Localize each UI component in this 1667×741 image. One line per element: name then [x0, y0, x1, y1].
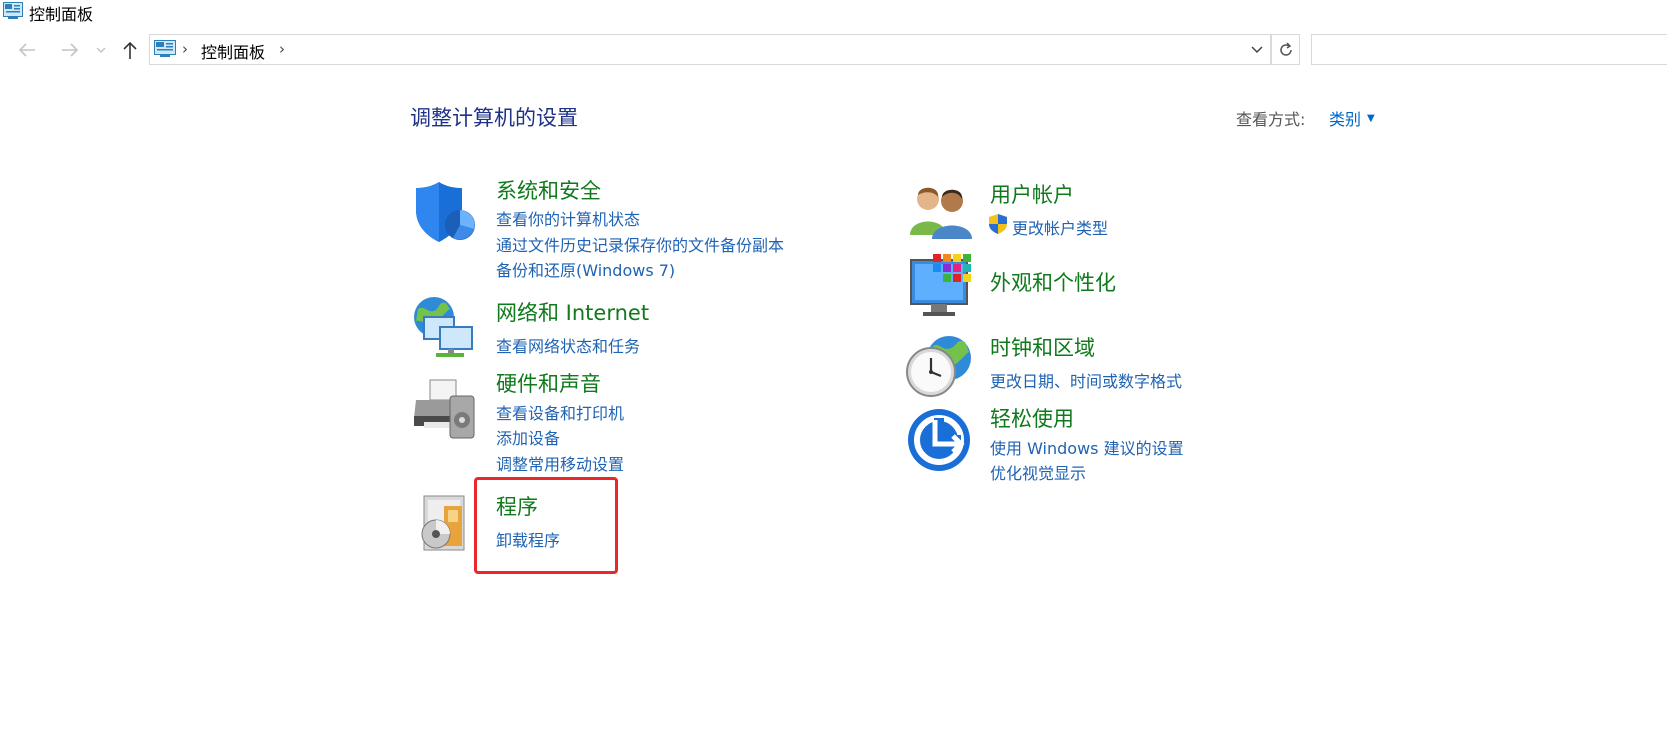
caret-down-icon: ▼	[1367, 112, 1375, 124]
network-icon[interactable]	[410, 295, 480, 361]
chevron-down-icon	[1251, 46, 1263, 54]
view-by-value[interactable]: 类别	[1329, 106, 1361, 130]
category-heading-appearance-personalization[interactable]: 外观和个性化	[990, 267, 1116, 297]
address-bar[interactable]: › 控制面板 ›	[149, 34, 1271, 65]
link-devices-printers[interactable]: 查看设备和打印机	[496, 400, 624, 424]
address-history-dropdown[interactable]	[1247, 39, 1267, 61]
page-title: 调整计算机的设置	[410, 106, 578, 130]
shield-icon[interactable]	[413, 180, 477, 246]
highlight-box	[474, 477, 618, 574]
link-file-history-backup[interactable]: 通过文件历史记录保存你的文件备份副本	[496, 232, 784, 256]
category-heading-system-security[interactable]: 系统和安全	[496, 175, 601, 205]
category-heading-ease-of-access[interactable]: 轻松使用	[990, 403, 1074, 433]
up-button[interactable]	[117, 33, 143, 67]
users-icon[interactable]	[908, 185, 972, 239]
title-bar: 控制面板	[0, 0, 1667, 24]
chevron-down-icon	[96, 47, 106, 53]
arrow-up-icon	[123, 41, 137, 59]
category-heading-user-accounts[interactable]: 用户帐户	[990, 179, 1074, 209]
control-panel-icon	[3, 2, 23, 19]
breadcrumb-control-panel[interactable]: 控制面板	[201, 39, 265, 63]
search-input[interactable]	[1311, 34, 1667, 65]
link-backup-restore[interactable]: 备份和还原(Windows 7)	[496, 257, 675, 281]
window-title: 控制面板	[29, 5, 94, 24]
arrow-right-icon	[62, 43, 79, 57]
control-panel-icon	[154, 40, 176, 57]
appearance-icon[interactable]	[909, 252, 975, 322]
category-heading-network-internet[interactable]: 网络和 Internet	[496, 297, 649, 327]
link-windows-suggested-settings[interactable]: 使用 Windows 建议的设置	[990, 435, 1184, 459]
link-optimize-visual-display[interactable]: 优化视觉显示	[990, 460, 1086, 484]
view-by-dropdown[interactable]: 类别 ▼	[1329, 106, 1375, 130]
link-add-device[interactable]: 添加设备	[496, 425, 560, 449]
recent-locations-button[interactable]	[92, 33, 110, 67]
clock-icon[interactable]	[905, 332, 973, 400]
refresh-button[interactable]	[1271, 34, 1300, 65]
uac-shield-icon	[989, 214, 1007, 234]
navigation-bar: › 控制面板 ›	[0, 33, 1667, 67]
category-heading-clock-region[interactable]: 时钟和区域	[990, 332, 1095, 362]
printer-icon[interactable]	[412, 378, 478, 442]
forward-button[interactable]	[55, 33, 85, 67]
back-button[interactable]	[12, 33, 42, 67]
breadcrumb-separator[interactable]: ›	[279, 40, 285, 58]
ease-of-access-icon[interactable]	[907, 408, 971, 472]
programs-icon[interactable]	[418, 492, 474, 554]
refresh-icon	[1279, 41, 1292, 56]
arrow-left-icon	[18, 43, 35, 57]
link-mobility-settings[interactable]: 调整常用移动设置	[496, 451, 624, 475]
link-change-date-time-format[interactable]: 更改日期、时间或数字格式	[990, 368, 1182, 392]
category-heading-hardware-sound[interactable]: 硬件和声音	[496, 368, 601, 398]
link-network-status[interactable]: 查看网络状态和任务	[496, 333, 640, 357]
breadcrumb-separator[interactable]: ›	[182, 40, 188, 58]
link-view-computer-status[interactable]: 查看你的计算机状态	[496, 206, 640, 230]
link-change-account-type[interactable]: 更改帐户类型	[1012, 215, 1108, 239]
view-by-label: 查看方式:	[1236, 110, 1306, 129]
